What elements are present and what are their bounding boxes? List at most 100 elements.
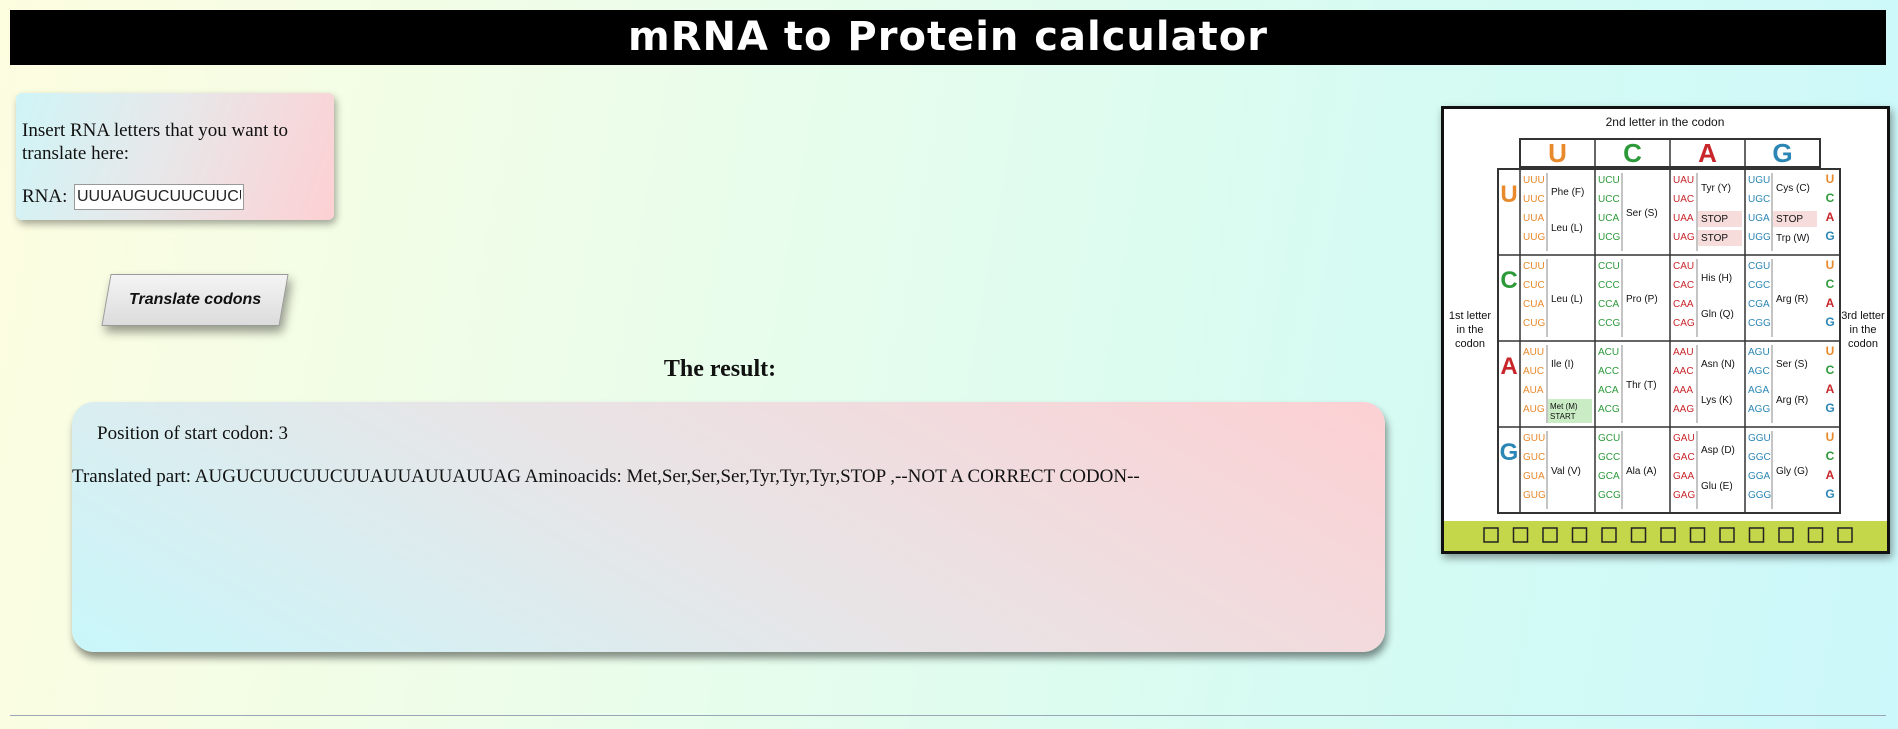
amino-acid-label: Thr (T) [1626, 380, 1657, 391]
start-codon-position: Position of start codon: 3 [97, 423, 289, 444]
third-letter-C: C [1826, 277, 1835, 291]
amino-acid-label: Trp (W) [1776, 233, 1810, 244]
translated-output: Translated part: AUGUCUUCUUCUUAUUAUUAUUA… [72, 466, 1140, 487]
codon-CUA: CUA [1523, 299, 1544, 310]
third-letter-A: A [1826, 382, 1835, 396]
codon-CAG: CAG [1673, 318, 1695, 329]
third-letter-A: A [1826, 296, 1835, 310]
codon-GCU: GCU [1598, 433, 1620, 444]
codon-GUG: GUG [1523, 490, 1546, 501]
codon-GCG: GCG [1598, 490, 1621, 501]
footer-square [1542, 527, 1558, 543]
codon-AUA: AUA [1523, 385, 1544, 396]
footer-square [1778, 527, 1794, 543]
footer-square [1630, 527, 1647, 543]
codon-CUC: CUC [1523, 280, 1545, 291]
footer-square [1719, 527, 1735, 543]
third-letter-G: G [1825, 229, 1834, 243]
rna-input-prompt: Insert RNA letters that you want to tran… [22, 120, 288, 164]
codon-UCA: UCA [1598, 213, 1619, 224]
footer-square [1512, 527, 1529, 543]
codon-AUU: AUU [1523, 347, 1544, 358]
footer-square [1689, 527, 1706, 543]
codon-CUG: CUG [1523, 318, 1545, 329]
codon-ACA: ACA [1598, 385, 1619, 396]
codon-table-image: 2nd letter in the codon U C A G U U C A G UUU UUC UU… [1441, 106, 1890, 554]
codon-CCA: CCA [1598, 299, 1619, 310]
codon-CAC: CAC [1673, 280, 1694, 291]
third-letter-G: G [1825, 315, 1834, 329]
second-letter-C: C [1623, 138, 1642, 168]
codon-GCA: GCA [1598, 471, 1620, 482]
footer-square [1807, 527, 1824, 543]
codon-GAU: GAU [1673, 433, 1695, 444]
amino-acid-label: Met (M) [1550, 402, 1578, 411]
third-letter-U: U [1826, 344, 1835, 358]
codon-CCG: CCG [1598, 318, 1620, 329]
footer-square [1601, 527, 1617, 543]
codon-AGG: AGG [1748, 404, 1770, 415]
codon-AAA: AAA [1673, 385, 1693, 396]
codon-CCU: CCU [1598, 261, 1620, 272]
amino-acid-label: Ile (I) [1551, 359, 1574, 370]
amino-acid-label: STOP [1701, 214, 1728, 225]
third-letter-C: C [1826, 191, 1835, 205]
rna-input[interactable] [74, 184, 244, 210]
codon-UGA: UGA [1748, 213, 1770, 224]
amino-acid-label: His (H) [1701, 273, 1732, 284]
amino-acid-label: Leu (L) [1551, 223, 1583, 234]
third-letter-G: G [1825, 401, 1834, 415]
codon-UGG: UGG [1748, 232, 1771, 243]
third-letter-axis-label: codon [1848, 338, 1878, 350]
codon-ACC: ACC [1598, 366, 1619, 377]
amino-acid-label: Arg (R) [1776, 395, 1808, 406]
amino-acid-label: START [1550, 412, 1576, 421]
footer-square [1660, 527, 1676, 543]
third-letter-U: U [1826, 172, 1835, 186]
codon-AUC: AUC [1523, 366, 1544, 377]
codon-GUU: GUU [1523, 433, 1545, 444]
codon-CCC: CCC [1598, 280, 1620, 291]
codon-GAG: GAG [1673, 490, 1695, 501]
amino-acid-label: Gly (G) [1776, 466, 1808, 477]
amino-acid-label: Asp (D) [1701, 445, 1735, 456]
codon-AAG: AAG [1673, 404, 1694, 415]
first-letter-G: G [1500, 439, 1519, 466]
codon-UGC: UGC [1748, 194, 1770, 205]
amino-acid-label: Ser (S) [1776, 359, 1808, 370]
translate-codons-button[interactable]: Translate codons [101, 274, 289, 326]
codon-UAU: UAU [1673, 175, 1694, 186]
first-letter-C: C [1500, 267, 1517, 294]
codon-GUA: GUA [1523, 471, 1545, 482]
amino-acid-label: Tyr (Y) [1701, 183, 1731, 194]
codon-UUU: UUU [1523, 175, 1545, 186]
page-title: mRNA to Protein calculator [10, 10, 1886, 65]
rna-label: RNA: [22, 186, 68, 207]
second-letter-A: A [1698, 138, 1717, 168]
codon-UGU: UGU [1748, 175, 1770, 186]
amino-acid-label: STOP [1776, 214, 1803, 225]
third-letter-C: C [1826, 363, 1835, 377]
codon-UAC: UAC [1673, 194, 1694, 205]
codon-table-chart: 2nd letter in the codonU C A GUUCAGUUUUUCUU… [1444, 115, 1887, 551]
footer-square [1483, 527, 1499, 543]
codon-GGU: GGU [1748, 433, 1771, 444]
amino-acid-label: Ser (S) [1626, 208, 1658, 219]
codon-UCU: UCU [1598, 175, 1620, 186]
codon-AUG: AUG [1523, 404, 1545, 415]
amino-acid-label: Val (V) [1551, 466, 1581, 477]
third-letter-U: U [1826, 430, 1835, 444]
codon-ACU: ACU [1598, 347, 1619, 358]
amino-acid-label: STOP [1701, 233, 1728, 244]
codon-CAA: CAA [1673, 299, 1694, 310]
codon-CGC: CGC [1748, 280, 1770, 291]
codon-CUU: CUU [1523, 261, 1545, 272]
first-letter-axis-label: 1st letter [1449, 310, 1492, 322]
footer-divider [10, 715, 1886, 716]
third-letter-axis-label: in the [1850, 324, 1877, 336]
codon-UAG: UAG [1673, 232, 1695, 243]
amino-acid-label: Arg (R) [1776, 294, 1808, 305]
codon-table-title: 2nd letter in the codon [1606, 115, 1725, 129]
translate-codons-label: Translate codons [128, 291, 262, 308]
result-heading: The result: [663, 356, 777, 382]
